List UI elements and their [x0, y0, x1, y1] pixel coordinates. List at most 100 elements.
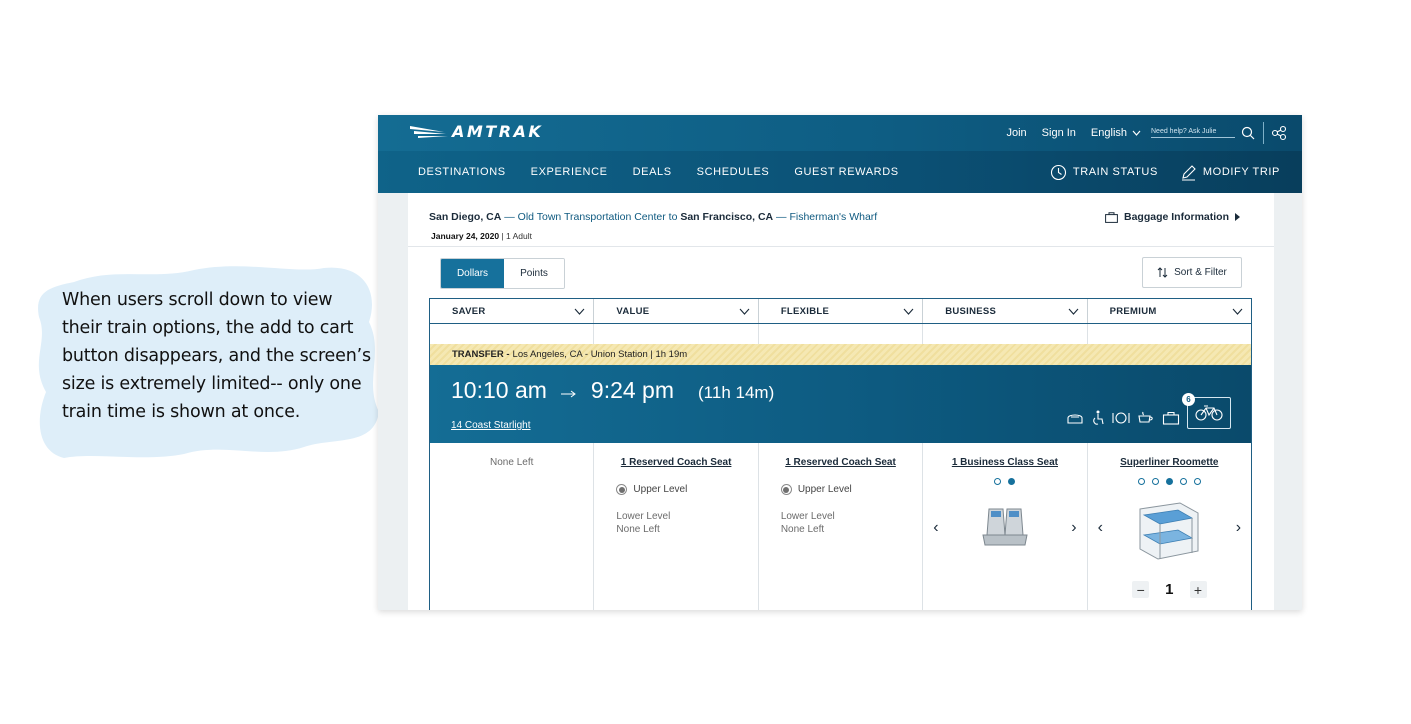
chevron-down-icon [574, 308, 585, 315]
chevron-down-icon [1232, 308, 1243, 315]
train-status-link[interactable]: TRAIN STATUS [1050, 164, 1158, 181]
upper-level-label: Upper Level [633, 484, 688, 495]
bike-count-badge: 6 [1182, 393, 1195, 406]
carousel-dot[interactable] [1151, 478, 1159, 485]
fare-tab-business[interactable]: BUSINESS [923, 299, 1088, 323]
increment-button[interactable]: + [1189, 581, 1207, 598]
train-time-bar: 10:10 am 9:24 pm (11h 14m) 14 Coast Star… [430, 365, 1251, 443]
checked-baggage-icon[interactable] [1162, 411, 1180, 425]
fare-tab-premium[interactable]: PREMIUM [1088, 299, 1251, 323]
nav-actions: TRAIN STATUS MODIFY TRIP [1050, 151, 1280, 193]
quantity-value: 1 [1165, 581, 1174, 598]
baggage-label: Baggage Information [1123, 211, 1229, 223]
transfer-detail: Los Angeles, CA - Union Station | 1h 19m [512, 349, 688, 360]
share-icon[interactable] [1270, 124, 1288, 142]
train-name-link[interactable]: 14 Coast Starlight [451, 420, 531, 431]
fare-label: VALUE [616, 305, 650, 317]
passenger-count: 1 Adult [506, 231, 532, 241]
nav-destinations[interactable]: DESTINATIONS [418, 166, 506, 178]
website-frame: AMTRAK Join Sign In English Need help? A… [378, 115, 1302, 610]
sightseer-lounge-icon[interactable] [1066, 411, 1084, 425]
nav-deals[interactable]: DEALS [633, 166, 672, 178]
fare-tab-saver[interactable]: SAVER [430, 299, 595, 323]
modify-trip-link[interactable]: MODIFY TRIP [1180, 164, 1280, 181]
chevron-left-icon[interactable]: ‹ [933, 519, 938, 537]
baggage-information-link[interactable]: Baggage Information [1105, 211, 1240, 223]
main-nav: DESTINATIONS EXPERIENCE DEALS SCHEDULES … [378, 151, 1302, 193]
cafe-icon[interactable] [1137, 411, 1155, 425]
destination-station: — Fisherman's Wharf [773, 211, 878, 223]
lower-level-label: Lower Level [780, 511, 835, 522]
search-input[interactable]: Need help? Ask Julie [1151, 128, 1235, 138]
search-icon[interactable] [1239, 124, 1257, 142]
chevron-left-icon[interactable]: ‹ [1098, 519, 1103, 537]
trip-details: January 24, 2020 | 1 Adult [431, 231, 532, 241]
dollars-toggle[interactable]: Dollars [441, 259, 504, 288]
utility-links: Join Sign In English Need help? Ask Juli… [1006, 115, 1288, 151]
language-label: English [1090, 127, 1127, 139]
nav-schedules[interactable]: SCHEDULES [697, 166, 770, 178]
upper-level-option[interactable]: Upper Level [780, 484, 852, 495]
modify-trip-label: MODIFY TRIP [1202, 166, 1280, 178]
fare-grid: SAVER VALUE FLEXIBLE BUSINESS PREMIUM TR… [429, 298, 1252, 610]
sort-filter-label: Sort & Filter [1174, 267, 1227, 278]
arrival-time: 9:24 pm [590, 377, 675, 403]
trip-date: January 24, 2020 [431, 231, 500, 241]
radio-button[interactable] [780, 484, 792, 495]
departure-time: 10:10 am [451, 377, 547, 403]
transfer-label: TRANSFER - [452, 349, 510, 360]
fare-header: SAVER VALUE FLEXIBLE BUSINESS PREMIUM [430, 298, 1251, 324]
chevron-down-icon [1068, 308, 1079, 315]
accessible-icon[interactable] [1091, 410, 1105, 426]
quantity-stepper: − 1 + [1088, 581, 1251, 598]
amenities-list: 6 [1066, 393, 1231, 429]
value-seat-link[interactable]: 1 Reserved Coach Seat [594, 457, 757, 468]
divider [1263, 122, 1264, 144]
seat-options: None Left 1 Reserved Coach Seat Upper Le… [430, 443, 1251, 610]
sign-in-link[interactable]: Sign In [1042, 127, 1076, 139]
chevron-down-icon [1132, 130, 1141, 136]
nav-experience[interactable]: EXPERIENCE [531, 166, 608, 178]
trip-route: San Diego, CA — Old Town Transportation … [429, 211, 877, 223]
amtrak-logo[interactable]: AMTRAK [408, 122, 543, 141]
carousel-dot-active[interactable] [1165, 478, 1173, 485]
premium-room-link[interactable]: Superliner Roomette [1088, 457, 1251, 468]
flexible-seat-link[interactable]: 1 Reserved Coach Seat [759, 457, 922, 468]
decrement-button[interactable]: − [1132, 581, 1150, 598]
chevron-right-icon[interactable]: › [1071, 519, 1076, 537]
bike-reservation-button[interactable]: 6 [1182, 393, 1231, 429]
business-seat-link[interactable]: 1 Business Class Seat [923, 457, 1086, 468]
radio-button[interactable] [616, 484, 628, 495]
carousel-dot[interactable] [1193, 478, 1201, 485]
upper-level-option[interactable]: Upper Level [616, 484, 687, 495]
chevron-right-icon[interactable]: › [1236, 519, 1241, 537]
sort-filter-button[interactable]: Sort & Filter [1142, 257, 1242, 288]
results-panel: San Diego, CA — Old Town Transportation … [408, 193, 1274, 610]
nav-links: DESTINATIONS EXPERIENCE DEALS SCHEDULES … [418, 151, 899, 193]
flexible-cell: 1 Reserved Coach Seat Upper Level Lower … [759, 443, 924, 610]
upper-level-label: Upper Level [797, 484, 852, 495]
carousel-dot[interactable] [1137, 478, 1145, 485]
bicycle-icon [1195, 405, 1223, 421]
trip-separator: | [499, 231, 506, 241]
fare-tab-value[interactable]: VALUE [594, 299, 759, 323]
sort-icon [1157, 267, 1168, 278]
fare-tab-flexible[interactable]: FLEXIBLE [759, 299, 924, 323]
carousel-dot[interactable] [1179, 478, 1187, 485]
points-toggle[interactable]: Points [504, 259, 564, 288]
annotation-text: When users scroll down to view their tra… [62, 290, 371, 422]
fare-spacer [430, 324, 1251, 344]
carousel-dot-active[interactable] [1008, 478, 1016, 485]
chevron-down-icon [903, 308, 914, 315]
nav-guest-rewards[interactable]: GUEST REWARDS [794, 166, 898, 178]
fare-label: BUSINESS [945, 305, 997, 317]
carousel-dot[interactable] [994, 478, 1002, 485]
saver-status: None Left [490, 457, 534, 468]
dining-icon[interactable] [1112, 411, 1130, 425]
fare-label: SAVER [452, 305, 486, 317]
lower-level-status: None Left [780, 524, 825, 535]
language-select[interactable]: English [1091, 127, 1141, 139]
arrow-right-icon [560, 390, 576, 398]
join-link[interactable]: Join [1006, 127, 1026, 139]
chevron-down-icon [739, 308, 750, 315]
